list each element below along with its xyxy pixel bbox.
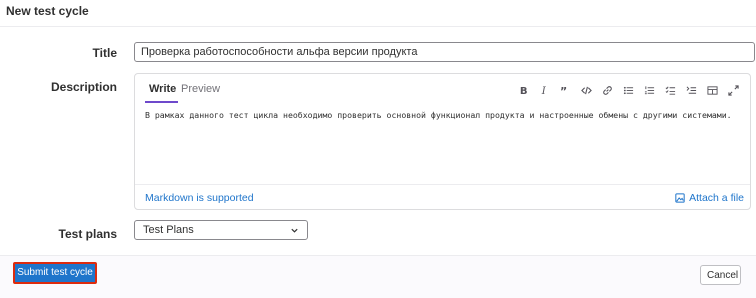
link-icon[interactable]	[597, 80, 618, 100]
cancel-button[interactable]: Cancel	[700, 265, 741, 285]
description-textarea[interactable]: В рамках данного тест цикла необходимо п…	[145, 110, 740, 120]
bullet-list-icon[interactable]	[618, 80, 639, 100]
markdown-link[interactable]: Markdown is supported	[145, 192, 254, 204]
tab-preview[interactable]: Preview	[181, 83, 220, 95]
chevron-down-icon	[291, 228, 298, 233]
form-actions-bar	[0, 255, 756, 298]
select-value: Test Plans	[143, 224, 194, 236]
active-tab-indicator	[145, 101, 178, 103]
page-title: New test cycle	[6, 4, 89, 18]
editor-footer: Markdown is supported Attach a file	[135, 184, 750, 209]
svg-text:B: B	[520, 86, 528, 96]
numbered-list-icon[interactable]	[639, 80, 660, 100]
quote-icon[interactable]: ”	[555, 80, 576, 100]
attach-file-button[interactable]: Attach a file	[675, 192, 744, 204]
italic-icon[interactable]: I	[534, 80, 555, 100]
attach-file-label: Attach a file	[689, 192, 744, 204]
svg-text:”: ”	[560, 85, 567, 96]
svg-text:I: I	[541, 86, 547, 96]
code-icon[interactable]	[576, 80, 597, 100]
description-label: Description	[50, 80, 117, 94]
editor-toolbar: B I ”	[513, 80, 744, 100]
image-icon	[675, 193, 685, 203]
description-editor: Write Preview B I ” В рамках данного тес…	[134, 73, 751, 210]
test-plans-label: Test plans	[58, 227, 117, 241]
tab-write[interactable]: Write	[149, 83, 176, 95]
submit-button[interactable]: Submit test cycle	[13, 262, 97, 284]
header-divider	[0, 26, 756, 27]
test-plans-select[interactable]: Test Plans	[134, 220, 308, 240]
fullscreen-icon[interactable]	[723, 80, 744, 100]
task-list-icon[interactable]	[660, 80, 681, 100]
title-input[interactable]: Проверка работоспособности альфа версии …	[134, 42, 755, 62]
bold-icon[interactable]: B	[513, 80, 534, 100]
table-icon[interactable]	[702, 80, 723, 100]
title-label: Title	[92, 46, 117, 60]
collapsible-icon[interactable]	[681, 80, 702, 100]
